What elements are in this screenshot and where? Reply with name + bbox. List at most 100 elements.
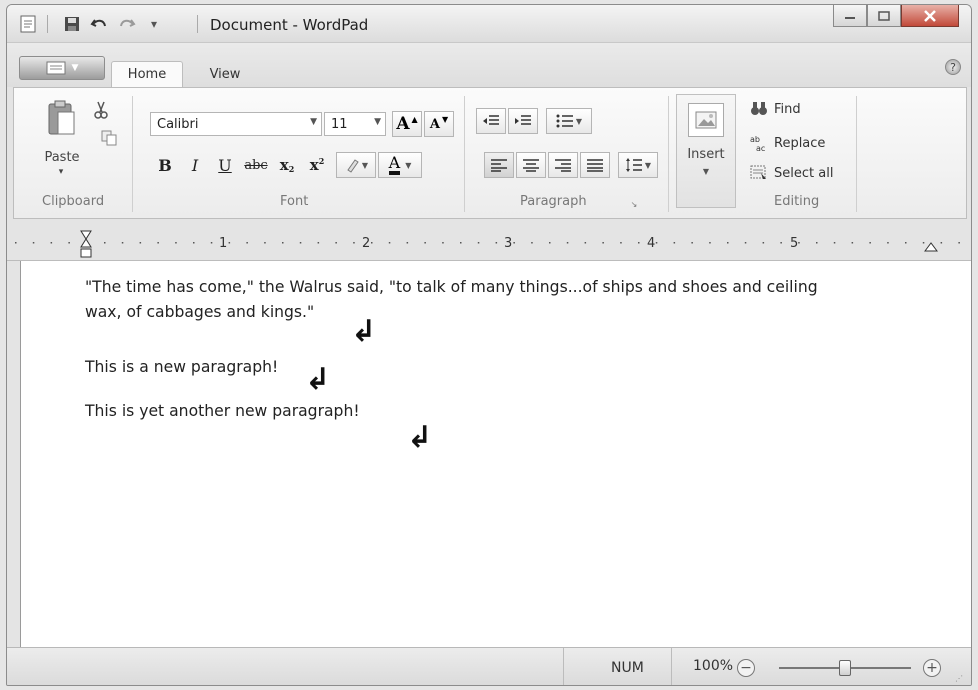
tab-home[interactable]: Home xyxy=(111,61,183,87)
chevron-down-icon: ▼ xyxy=(71,63,79,73)
tab-view[interactable]: View xyxy=(197,61,253,87)
select-all-icon xyxy=(750,165,766,179)
ruler[interactable]: 1 2 3 4 5 xyxy=(7,225,971,261)
group-separator xyxy=(132,96,133,212)
paragraph-mark-icon: ↲ xyxy=(351,314,377,349)
picture-icon xyxy=(688,103,724,137)
font-group-label: Font xyxy=(280,194,309,209)
ruler-number: 1 xyxy=(219,236,228,251)
strikethrough-button[interactable]: abc xyxy=(240,152,272,178)
ruler-ticks xyxy=(15,230,960,258)
cut-icon[interactable] xyxy=(90,100,112,120)
paragraph-group-label: Paragraph xyxy=(520,194,587,209)
chevron-down-icon: ▼ xyxy=(702,167,710,176)
application-menu-button[interactable]: ▼ xyxy=(19,56,105,80)
wordpad-window: ▾ Document - WordPad ▼ Home View ? Paste… xyxy=(6,4,972,686)
justify-icon xyxy=(587,159,603,172)
editing-group-label: Editing xyxy=(774,194,820,209)
status-bar: NUM 100% − + ⋰ xyxy=(7,647,971,685)
ruler-number: 2 xyxy=(362,236,371,251)
justify-button[interactable] xyxy=(580,152,610,178)
line-spacing-icon xyxy=(625,158,642,172)
insert-label: Insert xyxy=(687,147,725,162)
replace-icon: abac xyxy=(750,135,765,152)
shrink-font-button[interactable]: A ▼ xyxy=(424,111,454,137)
zoom-in-icon[interactable]: + xyxy=(923,659,941,677)
font-family-value: Calibri xyxy=(157,116,199,132)
paragraph-1-line-2: wax, of cabbages and kings." xyxy=(85,303,315,321)
ruler-number: 5 xyxy=(790,236,799,251)
paste-button[interactable]: Paste xyxy=(36,148,88,166)
font-color-button[interactable]: A ▼ xyxy=(378,152,422,178)
bold-button[interactable]: B xyxy=(152,152,178,178)
superscript-button[interactable]: x2 xyxy=(304,152,330,178)
minimize-button[interactable] xyxy=(833,5,867,27)
svg-text:ac: ac xyxy=(756,144,765,152)
save-icon[interactable] xyxy=(61,13,83,35)
underline-button[interactable]: U xyxy=(212,152,238,178)
paragraph-dialog-launcher-icon[interactable]: ↘ xyxy=(628,198,640,210)
resize-grip-icon[interactable]: ⋰ xyxy=(955,674,963,683)
binoculars-icon xyxy=(751,102,767,115)
insert-button[interactable]: Insert ▼ xyxy=(676,94,736,208)
highlight-color-button[interactable]: ▼ xyxy=(336,152,376,178)
align-left-icon xyxy=(491,159,507,172)
highlighter-icon xyxy=(347,159,359,173)
align-left-button[interactable] xyxy=(484,152,514,178)
zoom-slider-thumb[interactable] xyxy=(839,660,851,676)
title-separator xyxy=(47,15,48,33)
title-bar: ▾ Document - WordPad xyxy=(7,5,971,43)
replace-button[interactable]: ab ac Replace xyxy=(750,132,825,154)
paragraph-2: This is a new paragraph! xyxy=(85,358,279,376)
ribbon: Paste ▾ Clipboard Calibri ▼ 11 ▼ A ▲ A ▼ B… xyxy=(13,87,967,219)
subscript-button[interactable]: x2 xyxy=(274,152,300,178)
window-title: Document - WordPad xyxy=(210,16,369,34)
align-center-button[interactable] xyxy=(516,152,546,178)
document-menu-icon xyxy=(46,61,66,75)
paste-dropdown-icon[interactable]: ▾ xyxy=(52,166,70,178)
group-separator xyxy=(668,96,669,212)
align-center-icon xyxy=(523,159,539,172)
align-right-icon xyxy=(555,159,571,172)
paragraph-3: This is yet another new paragraph! xyxy=(85,402,360,420)
ruler-number: 4 xyxy=(647,236,656,251)
italic-button[interactable]: I xyxy=(182,152,208,178)
group-separator xyxy=(856,96,857,212)
align-right-button[interactable] xyxy=(548,152,578,178)
wordpad-app-icon[interactable] xyxy=(17,13,39,35)
copy-icon[interactable] xyxy=(98,128,120,148)
paragraph-mark-icon: ↲ xyxy=(407,420,433,455)
document-area[interactable]: "The time has come," the Walrus said, "t… xyxy=(20,261,971,647)
font-family-combo[interactable]: Calibri ▼ xyxy=(150,112,322,136)
help-icon[interactable]: ? xyxy=(945,59,961,75)
chevron-down-icon: ▼ xyxy=(310,117,317,127)
bullet-list-button[interactable]: ▼ xyxy=(546,108,592,134)
clipboard-group-label: Clipboard xyxy=(42,194,105,209)
decrease-indent-icon xyxy=(483,115,499,125)
status-separator xyxy=(563,648,564,685)
zoom-out-icon[interactable]: − xyxy=(737,659,755,677)
find-button[interactable]: Find xyxy=(750,98,801,120)
paste-icon[interactable] xyxy=(44,98,80,140)
bullet-list-icon xyxy=(556,114,573,128)
undo-icon[interactable] xyxy=(87,13,111,35)
paragraph-mark-icon: ↲ xyxy=(305,362,331,397)
line-spacing-button[interactable]: ▼ xyxy=(618,152,658,178)
status-separator xyxy=(671,648,672,685)
font-size-value: 11 xyxy=(331,116,348,132)
num-lock-indicator: NUM xyxy=(611,660,644,676)
title-separator-2 xyxy=(197,15,198,33)
increase-indent-button[interactable] xyxy=(508,108,538,134)
zoom-level[interactable]: 100% xyxy=(693,658,733,674)
decrease-indent-button[interactable] xyxy=(476,108,506,134)
grow-font-button[interactable]: A ▲ xyxy=(392,111,422,137)
chevron-down-icon: ▼ xyxy=(374,117,381,127)
ruler-number: 3 xyxy=(504,236,513,251)
redo-icon[interactable] xyxy=(115,13,139,35)
customize-toolbar-icon[interactable]: ▾ xyxy=(145,13,163,35)
zoom-slider[interactable] xyxy=(787,660,903,676)
select-all-button[interactable]: Select all xyxy=(750,162,833,184)
maximize-button[interactable] xyxy=(867,5,901,27)
font-size-combo[interactable]: 11 ▼ xyxy=(324,112,386,136)
close-button[interactable] xyxy=(901,5,959,27)
